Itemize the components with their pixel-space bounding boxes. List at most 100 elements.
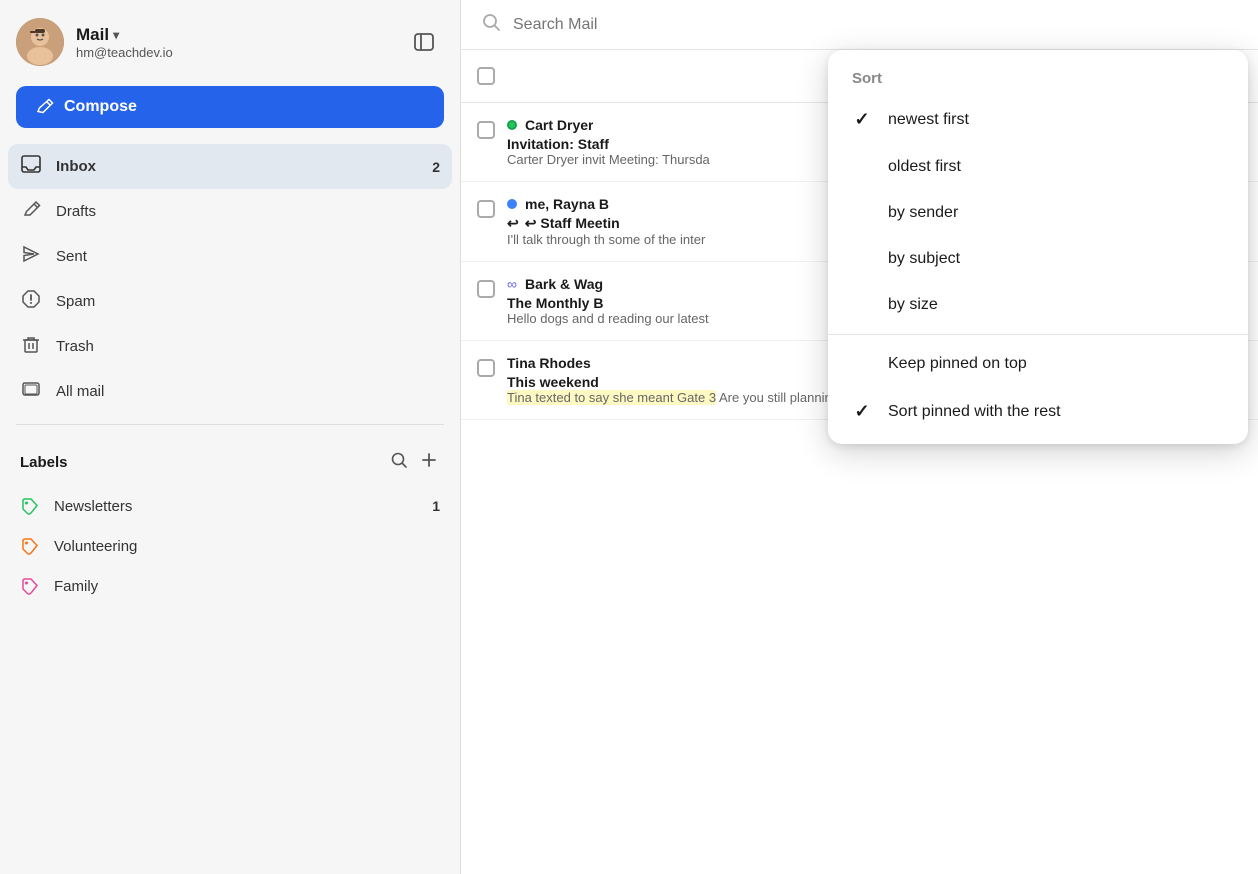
search-svg: [481, 12, 501, 32]
account-name-text: Mail: [76, 25, 109, 45]
family-tag-icon: [21, 577, 39, 595]
keep-pinned-label: Keep pinned on top: [888, 355, 1027, 373]
email-subject-text: ↩ Staff Meetin: [525, 215, 620, 232]
sidebar-toggle-button[interactable]: [404, 22, 444, 62]
search-labels-button[interactable]: [388, 449, 410, 476]
inbox-icon: [20, 154, 42, 179]
email-sender: Cart Dryer: [525, 117, 593, 133]
email-checkbox[interactable]: [477, 359, 495, 377]
drafts-svg: [21, 199, 41, 219]
sidebar-icon: [413, 31, 435, 53]
search-icon: [481, 12, 501, 37]
allmail-icon: [20, 379, 42, 404]
email-sender: me, Rayna B: [525, 196, 609, 212]
sort-size-label: by size: [888, 296, 938, 314]
family-dot-icon: [20, 576, 40, 596]
labels-actions: [388, 449, 440, 476]
inbox-count: 2: [432, 159, 440, 175]
account-info: Mail ▾ hm@teachdev.io: [76, 25, 173, 60]
account-email: hm@teachdev.io: [76, 45, 173, 60]
avatar-svg: [16, 18, 64, 66]
sidebar-item-inbox[interactable]: Inbox 2: [8, 144, 452, 189]
sort-check-newest: ✓: [852, 109, 872, 130]
sidebar: Mail ▾ hm@teachdev.io Compose: [0, 0, 460, 874]
sent-svg: [21, 244, 41, 264]
sort-item-oldest[interactable]: oldest first: [828, 144, 1248, 190]
volunteering-label: Volunteering: [54, 538, 137, 555]
sidebar-header-left: Mail ▾ hm@teachdev.io: [16, 18, 173, 66]
sort-item-size[interactable]: by size: [828, 282, 1248, 328]
family-label: Family: [54, 578, 98, 595]
sort-item-newest[interactable]: ✓ newest first: [828, 95, 1248, 144]
trash-icon: [20, 334, 42, 359]
sort-item-subject[interactable]: by subject: [828, 236, 1248, 282]
sort-oldest-label: oldest first: [888, 158, 961, 176]
sort-item-sort-pinned[interactable]: ✓ Sort pinned with the rest: [828, 387, 1248, 436]
allmail-svg: [21, 379, 41, 399]
status-dot-green: [507, 120, 517, 130]
sent-icon: [20, 244, 42, 269]
label-item-family[interactable]: Family: [8, 566, 452, 606]
spam-svg: [21, 289, 41, 309]
inbox-svg: [21, 154, 41, 174]
sort-dropdown-header: Sort: [828, 58, 1248, 95]
sort-dropdown: Sort ✓ newest first oldest first by send…: [828, 50, 1248, 444]
drafts-icon: [20, 199, 42, 224]
sidebar-item-spam[interactable]: Spam: [8, 279, 452, 324]
sidebar-item-sent[interactable]: Sent: [8, 234, 452, 279]
volunteering-dot-icon: [20, 536, 40, 556]
avatar-image: [16, 18, 64, 66]
labels-title: Labels: [20, 454, 388, 471]
sort-check-sort-pinned: ✓: [852, 401, 872, 422]
sort-item-keep-pinned[interactable]: Keep pinned on top: [828, 341, 1248, 387]
search-input[interactable]: [513, 16, 1238, 34]
sidebar-item-trash[interactable]: Trash: [8, 324, 452, 369]
labels-section: Labels: [0, 435, 460, 606]
compose-button[interactable]: Compose: [16, 86, 444, 128]
main-content: Cart Dryer Invitation: Staff Carter Drye…: [460, 0, 1258, 874]
masked-icon: ∞: [507, 276, 517, 292]
sent-label: Sent: [56, 248, 440, 265]
newsletters-label: Newsletters: [54, 498, 132, 515]
inbox-label: Inbox: [56, 158, 418, 175]
volunteering-tag-icon: [21, 537, 39, 555]
allmail-label: All mail: [56, 383, 440, 400]
sort-item-sender[interactable]: by sender: [828, 190, 1248, 236]
email-checkbox[interactable]: [477, 200, 495, 218]
trash-svg: [21, 334, 41, 354]
email-checkbox[interactable]: [477, 280, 495, 298]
trash-label: Trash: [56, 338, 440, 355]
avatar[interactable]: [16, 18, 64, 66]
newsletters-count: 1: [432, 498, 440, 514]
sort-pinned-label: Sort pinned with the rest: [888, 403, 1061, 421]
label-item-newsletters[interactable]: Newsletters 1: [8, 486, 452, 526]
sort-newest-label: newest first: [888, 111, 969, 129]
search-bar: [461, 0, 1258, 50]
email-checkbox[interactable]: [477, 121, 495, 139]
reply-icon: ↩: [507, 215, 519, 232]
email-preview-highlight: Tina texted to say she meant Gate 3: [507, 390, 716, 405]
spam-label: Spam: [56, 293, 440, 310]
nav-section: Inbox 2 Drafts Sent: [0, 144, 460, 414]
account-name[interactable]: Mail ▾: [76, 25, 173, 45]
status-dot-blue: [507, 199, 517, 209]
newsletters-tag-icon: [21, 497, 39, 515]
select-all-checkbox[interactable]: [477, 67, 495, 85]
spam-icon: [20, 289, 42, 314]
chevron-down-icon: ▾: [113, 28, 119, 42]
add-label-button[interactable]: [418, 449, 440, 476]
sort-divider: [828, 334, 1248, 335]
label-item-volunteering[interactable]: Volunteering: [8, 526, 452, 566]
labels-header: Labels: [8, 445, 452, 480]
sidebar-item-allmail[interactable]: All mail: [8, 369, 452, 414]
sidebar-item-drafts[interactable]: Drafts: [8, 189, 452, 234]
plus-icon: [420, 451, 438, 469]
drafts-label: Drafts: [56, 203, 440, 220]
compose-icon: [36, 98, 54, 116]
email-sender: Bark & Wag: [525, 276, 603, 292]
sort-sender-label: by sender: [888, 204, 958, 222]
compose-label: Compose: [64, 98, 137, 116]
search-icon: [390, 451, 408, 469]
newsletters-dot-icon: [20, 496, 40, 516]
nav-divider: [16, 424, 444, 425]
